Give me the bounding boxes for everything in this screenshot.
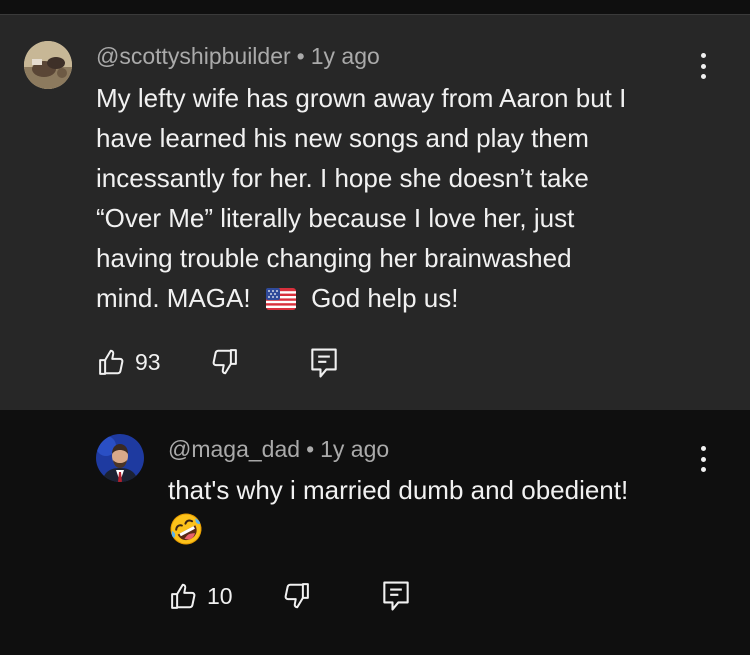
comment-text-line: mind. MAGA! God help us! bbox=[96, 278, 626, 318]
thumbs-down-icon bbox=[284, 583, 309, 609]
comment-meta: @scottyshipbuilder • 1y ago bbox=[96, 43, 380, 70]
reply-button[interactable] bbox=[310, 347, 338, 379]
reply-text-line: that's why i married dumb and obedient! bbox=[168, 475, 629, 505]
thumbs-up-icon bbox=[99, 349, 124, 375]
separator-dot: • bbox=[296, 43, 305, 69]
reply-timestamp[interactable]: 1y ago bbox=[320, 436, 389, 462]
thumbs-up-icon bbox=[171, 583, 196, 609]
reply-comment-icon bbox=[383, 581, 409, 611]
comment-text-line: incessantly for her. I hope she doesn’t … bbox=[96, 163, 589, 193]
reply-meta: @maga_dad • 1y ago bbox=[168, 436, 389, 463]
like-count: 93 bbox=[135, 348, 161, 375]
separator-dot: • bbox=[306, 436, 315, 462]
comment-text-line: having trouble changing her brainwashed bbox=[96, 243, 572, 273]
avatar-image bbox=[96, 434, 144, 482]
avatar[interactable] bbox=[96, 434, 144, 482]
more-options-icon[interactable] bbox=[693, 444, 713, 474]
comment-text-line: My lefty wife has grown away from Aaron … bbox=[96, 83, 627, 113]
more-options-icon[interactable] bbox=[693, 51, 713, 81]
comment-text-line: have learned his new songs and play them bbox=[96, 123, 589, 153]
reply-author-handle[interactable]: @maga_dad bbox=[168, 436, 300, 462]
like-button[interactable]: 10 bbox=[169, 581, 233, 611]
like-count: 10 bbox=[207, 582, 233, 609]
comment-thread-main: @scottyshipbuilder • 1y ago My lefty wife … bbox=[0, 15, 750, 410]
comment-author-handle[interactable]: @scottyshipbuilder bbox=[96, 43, 291, 69]
dislike-button[interactable] bbox=[281, 581, 311, 611]
comment-text-segment: mind. MAGA! bbox=[96, 283, 251, 313]
comment-text: My lefty wife has grown away from Aaron … bbox=[96, 78, 626, 318]
comment-text-line: “Over Me” literally because I love her, … bbox=[96, 203, 575, 233]
thumbs-down-icon bbox=[212, 349, 237, 375]
reply-comment-icon bbox=[311, 348, 337, 378]
dislike-button[interactable] bbox=[209, 347, 239, 377]
avatar[interactable] bbox=[24, 41, 72, 89]
reply-text-line bbox=[168, 510, 628, 550]
reply-button[interactable] bbox=[382, 580, 410, 612]
rolling-on-the-floor-laughing-emoji-icon bbox=[170, 513, 202, 545]
avatar-image bbox=[24, 41, 72, 89]
us-flag-emoji-icon bbox=[265, 288, 296, 310]
comment-reply: @maga_dad • 1y ago that's why i married du… bbox=[0, 410, 750, 655]
comment-timestamp[interactable]: 1y ago bbox=[311, 43, 380, 69]
comment-text-segment: God help us! bbox=[311, 283, 459, 313]
like-button[interactable]: 93 bbox=[97, 347, 161, 377]
reply-text: that's why i married dumb and obedient! bbox=[168, 470, 628, 550]
top-bar bbox=[0, 0, 750, 14]
